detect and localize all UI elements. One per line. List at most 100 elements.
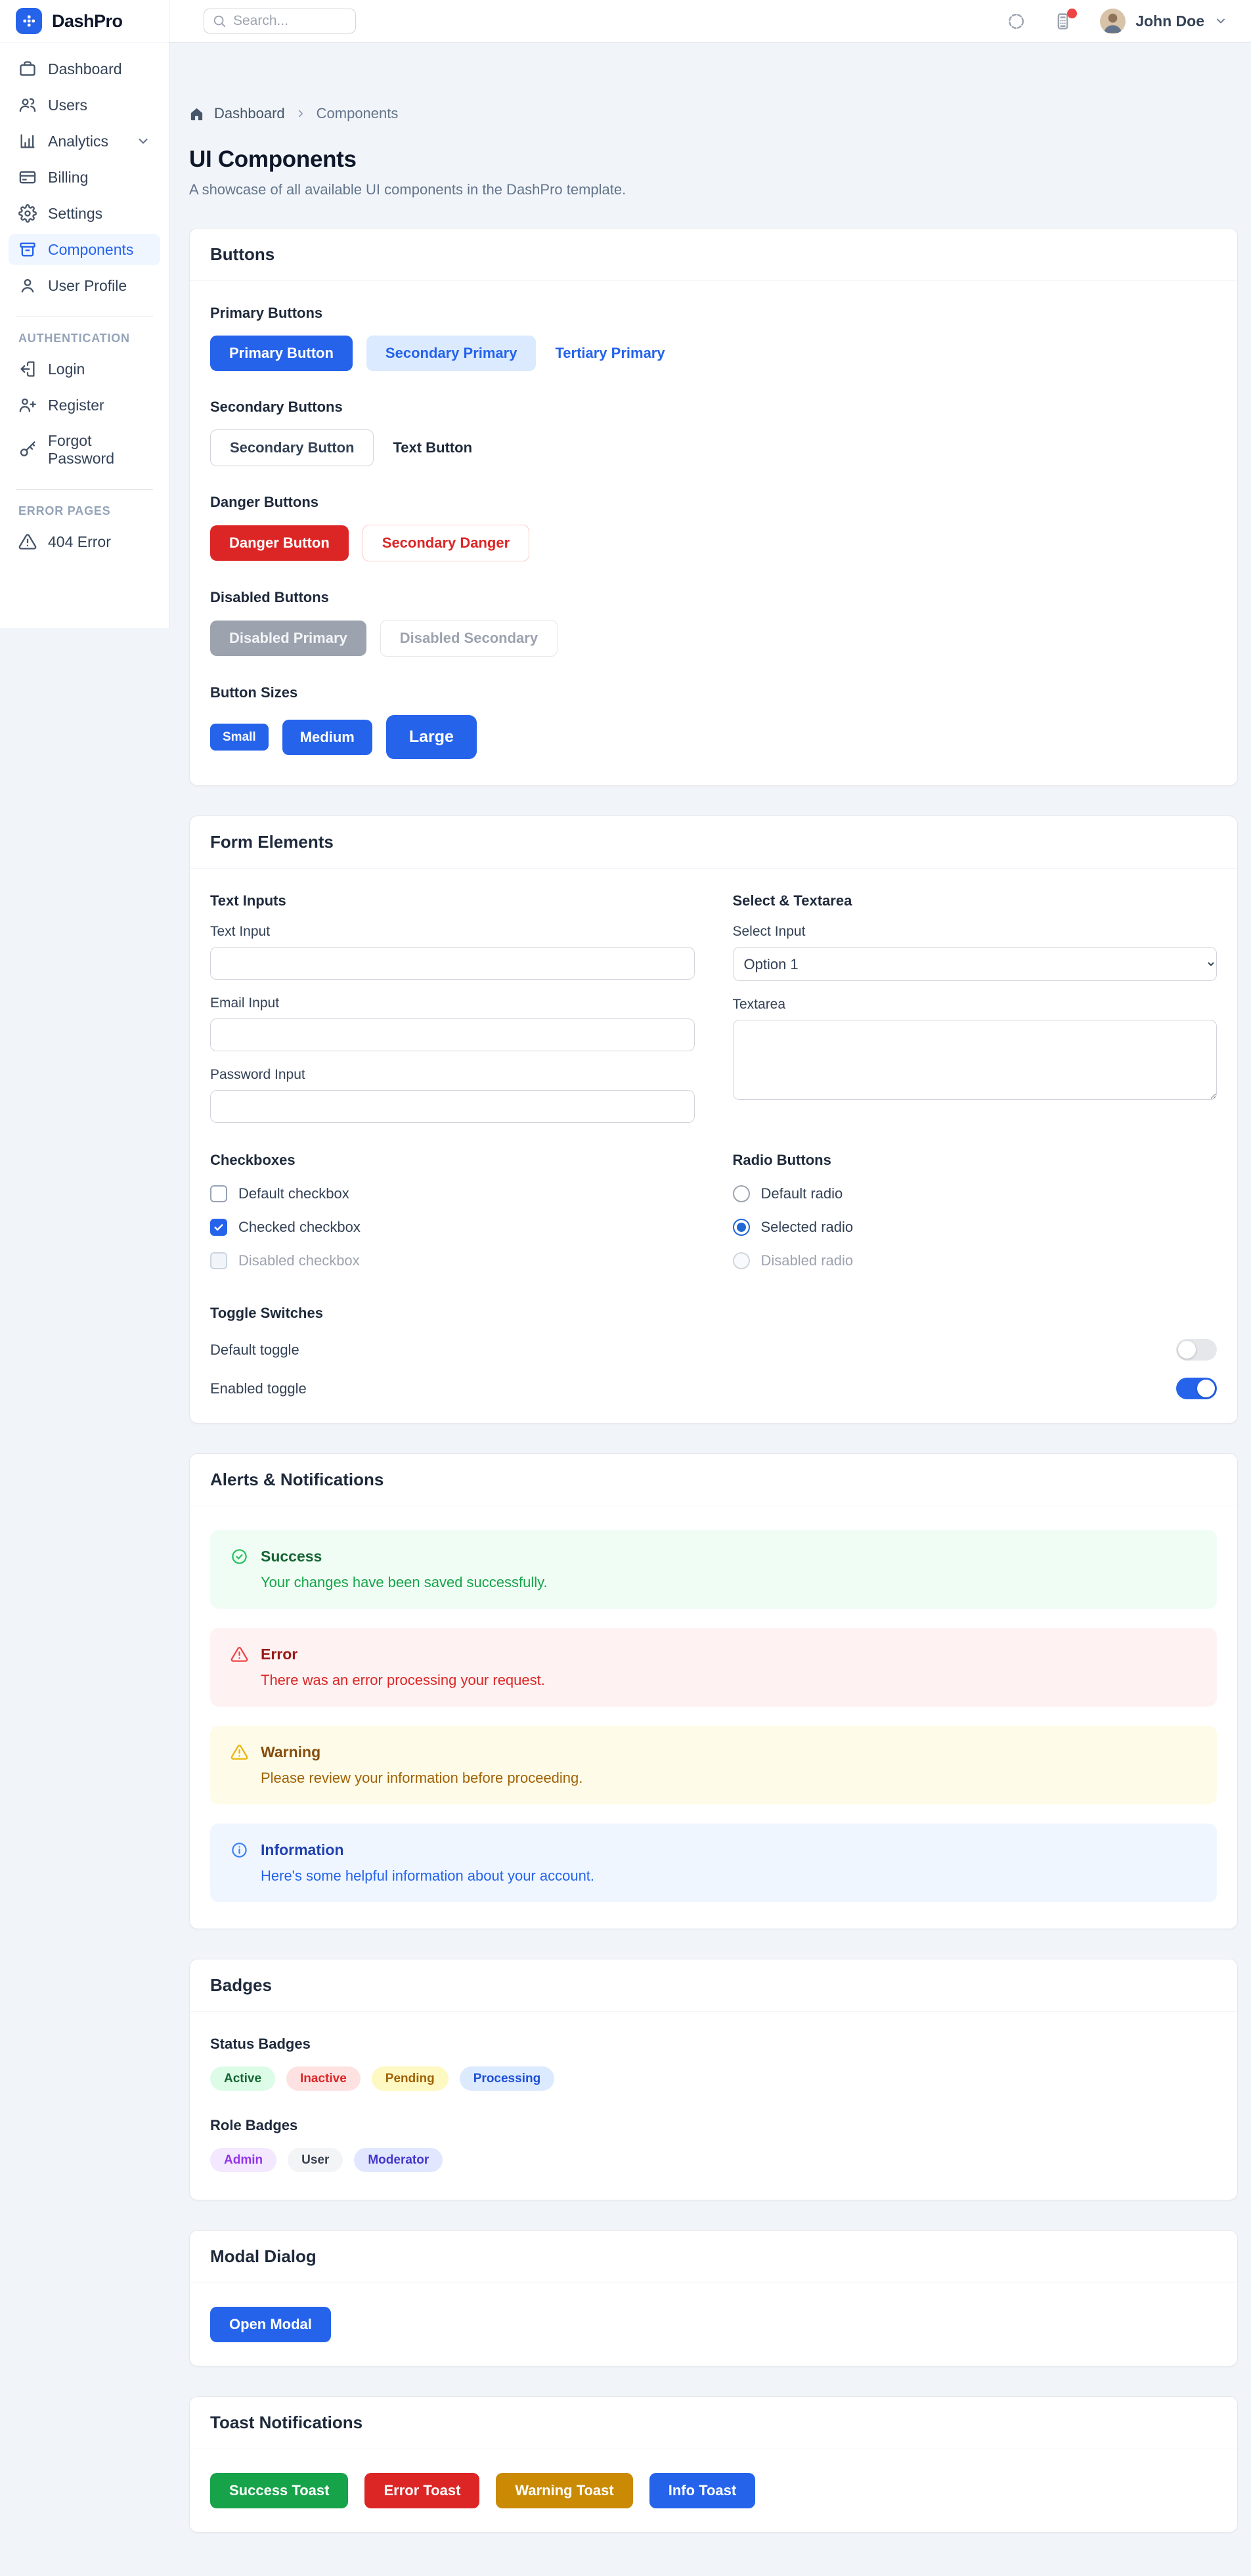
sidebar-item-dashboard[interactable]: Dashboard <box>9 53 160 85</box>
disabled-checkbox-row: Disabled checkbox <box>210 1252 695 1269</box>
user-name: John Doe <box>1135 12 1204 30</box>
text-inputs-column: Text Inputs Text Input Email Input Passw… <box>210 892 695 1123</box>
default-checkbox-row[interactable]: Default checkbox <box>210 1185 695 1202</box>
sidebar-item-login[interactable]: Login <box>9 353 160 385</box>
toggles-block: Toggle Switches Default toggle Enabled t… <box>210 1305 1217 1399</box>
sidebar-header: DashPro <box>0 0 169 43</box>
text-inputs-label: Text Inputs <box>210 892 286 909</box>
email-input[interactable] <box>210 1018 695 1051</box>
search-icon <box>213 15 226 28</box>
sidebar-item-billing[interactable]: Billing <box>9 162 160 193</box>
checkbox-unchecked[interactable] <box>210 1185 227 1202</box>
error-toast-button[interactable]: Error Toast <box>364 2473 480 2508</box>
bar-chart-icon <box>20 134 35 148</box>
warning-alert: Warning Please review your information b… <box>210 1726 1217 1804</box>
user-icon <box>21 278 34 293</box>
user-menu-chevron <box>1214 14 1227 28</box>
primary-buttons-label: Primary Buttons <box>210 305 323 321</box>
buttons-card-title: Buttons <box>190 229 1237 281</box>
info-alert: Information Here's some helpful informat… <box>210 1823 1217 1902</box>
checkboxes-label: Checkboxes <box>210 1152 296 1168</box>
warning-toast-button[interactable]: Warning Toast <box>496 2473 633 2508</box>
sidebar-item-user-profile[interactable]: User Profile <box>9 270 160 301</box>
sidebar: DashPro Dashboard Users Analytics Billin… <box>0 0 169 628</box>
sidebar-item-404-error[interactable]: 404 Error <box>9 526 160 557</box>
danger-button[interactable]: Danger Button <box>210 525 349 561</box>
default-radio-row[interactable]: Default radio <box>732 1185 1218 1202</box>
small-button[interactable]: Small <box>210 724 269 751</box>
default-toggle-row: Default toggle <box>210 1339 1217 1361</box>
search-box <box>204 9 356 33</box>
breadcrumb-dashboard-link[interactable]: Dashboard <box>214 105 285 122</box>
chevron-down-icon <box>139 139 148 144</box>
checkbox-disabled <box>210 1252 227 1269</box>
selected-radio-row[interactable]: Selected radio <box>732 1219 1218 1236</box>
sidebar-item-users[interactable]: Users <box>9 89 160 121</box>
primary-button[interactable]: Primary Button <box>210 336 353 371</box>
large-button[interactable]: Large <box>385 715 477 759</box>
inactive-badge: Inactive <box>286 2066 361 2091</box>
password-input-label: Password Input <box>210 1067 305 1082</box>
radio-disabled <box>732 1252 750 1269</box>
user-menu[interactable]: John Doe <box>1100 8 1227 34</box>
info-toast-button[interactable]: Info Toast <box>649 2473 756 2508</box>
topbar: John Doe <box>169 0 1251 43</box>
password-input[interactable] <box>210 1090 695 1123</box>
radio-unselected[interactable] <box>732 1185 750 1202</box>
breadcrumb: Dashboard Components <box>189 105 1238 122</box>
button-sizes-label: Button Sizes <box>210 684 298 701</box>
toggle-on[interactable] <box>1176 1378 1217 1399</box>
select-textarea-label: Select & Textarea <box>732 892 852 909</box>
sidebar-item-settings[interactable]: Settings <box>9 198 160 229</box>
form-elements-card: Form Elements Text Inputs Text Input Ema… <box>189 816 1238 1424</box>
app-title: DashPro <box>52 11 123 31</box>
processing-badge: Processing <box>459 2066 555 2091</box>
sidebar-divider-2 <box>16 489 153 490</box>
page-subtitle: A showcase of all available UI component… <box>189 181 626 198</box>
sidebar-auth-nav: Login Register Forgot Password <box>0 353 169 481</box>
alert-triangle-icon <box>230 1745 248 1760</box>
open-modal-button[interactable]: Open Modal <box>210 2307 331 2342</box>
alerts-card: Alerts & Notifications Success Your chan… <box>189 1453 1238 1929</box>
tertiary-primary-button[interactable]: Tertiary Primary <box>550 336 670 371</box>
archive-box-icon <box>20 242 35 257</box>
warning-triangle-icon <box>18 534 37 550</box>
theme-icon <box>1009 13 1024 29</box>
text-input-label: Text Input <box>210 924 271 939</box>
checkboxes-block: Checkboxes Default checkbox Checked chec… <box>210 1152 695 1275</box>
text-input[interactable] <box>210 947 695 980</box>
secondary-danger-button[interactable]: Secondary Danger <box>362 525 530 561</box>
sidebar-item-register[interactable]: Register <box>9 389 160 421</box>
sidebar-item-analytics[interactable]: Analytics <box>9 125 160 157</box>
success-toast-button[interactable]: Success Toast <box>210 2473 349 2508</box>
users-icon <box>19 98 36 112</box>
medium-button[interactable]: Medium <box>282 719 372 755</box>
text-button[interactable]: Text Button <box>387 430 477 466</box>
sidebar-section-error-pages: ERROR PAGES <box>18 504 111 517</box>
badges-card-title: Badges <box>190 1959 1237 2012</box>
main-area: John Doe Dashboard Components UI Compone… <box>169 0 1251 2576</box>
radio-selected[interactable] <box>732 1219 750 1236</box>
sidebar-item-components[interactable]: Components <box>9 234 160 265</box>
user-avatar <box>1100 8 1126 34</box>
app-root: DashPro Dashboard Users Analytics Billin… <box>0 0 1251 2576</box>
toggle-switches-label: Toggle Switches <box>210 1305 323 1321</box>
sidebar-item-forgot-password[interactable]: Forgot Password <box>9 426 160 474</box>
analytics-expand[interactable] <box>136 134 150 148</box>
theme-toggle-button[interactable] <box>1007 12 1026 31</box>
secondary-button[interactable]: Secondary Button <box>210 429 374 466</box>
textarea-input[interactable] <box>732 1020 1217 1100</box>
badges-card: Badges Status Badges Active Inactive Pen… <box>189 1959 1238 2200</box>
select-input[interactable]: Option 1 <box>732 947 1217 981</box>
credit-card-icon <box>19 171 36 184</box>
alerts-card-title: Alerts & Notifications <box>190 1454 1237 1506</box>
toggle-off[interactable] <box>1176 1339 1217 1361</box>
disabled-secondary-button: Disabled Secondary <box>380 620 558 657</box>
checkbox-checked[interactable] <box>210 1219 227 1236</box>
role-badges-label: Role Badges <box>210 2117 298 2133</box>
topbar-right: John Doe <box>1007 8 1227 34</box>
checked-checkbox-row[interactable]: Checked checkbox <box>210 1219 695 1236</box>
home-icon[interactable] <box>189 106 204 121</box>
notifications-button[interactable] <box>1053 8 1078 31</box>
secondary-primary-button[interactable]: Secondary Primary <box>366 336 537 371</box>
